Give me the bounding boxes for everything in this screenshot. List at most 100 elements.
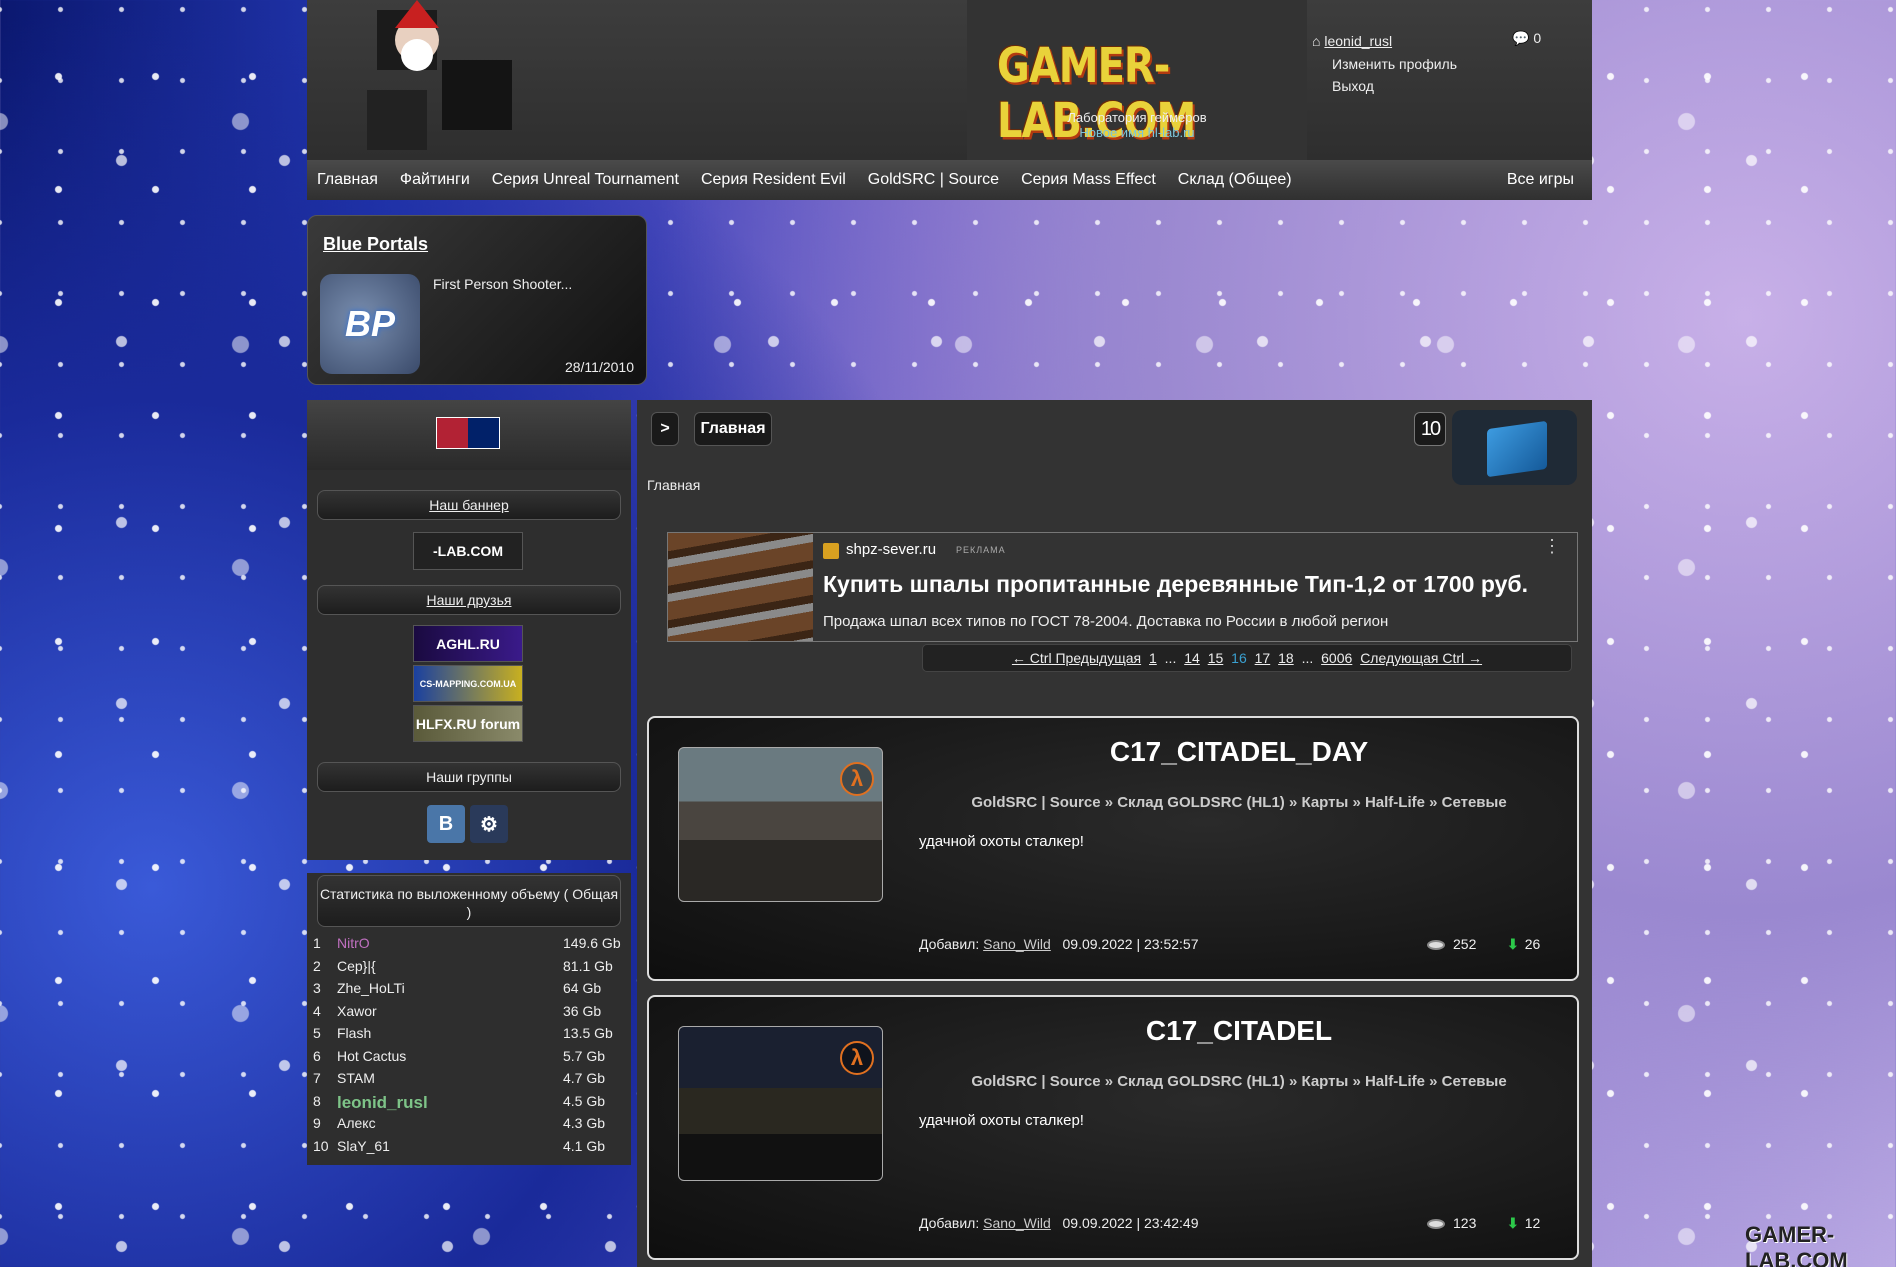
post-title[interactable]: C17_CITADEL_DAY [919,736,1559,768]
stats-username[interactable]: Flash [337,1025,371,1041]
post-author[interactable]: Sano_Wild [983,936,1051,952]
download-arrow-icon: ⬇ [1507,936,1519,952]
featured-description: First Person Shooter... [433,276,573,292]
friend-banner-aghl-text: AGHL.RU [436,635,500,652]
username-link[interactable]: leonid_rusl [1324,33,1392,49]
messages-counter[interactable]: 💬 0 [1512,30,1541,47]
ad-image[interactable] [668,533,813,641]
blue-portals-icon-text: BP [344,303,395,344]
added-by-label: Добавил: [919,936,980,952]
stats-username[interactable]: leonid_rusl [337,1093,428,1113]
sidebar: Наш баннер -LAB.COM Наши друзья AGHL.RU … [307,400,631,860]
pager-last[interactable]: 6006 [1321,650,1352,666]
pager-prev[interactable]: ← Ctrl Предыдущая [1012,650,1141,666]
half-life-icon: λ [840,762,874,796]
ad-description: Продажа шпал всех типов по ГОСТ 78-2004.… [823,613,1389,630]
featured-date: 28/11/2010 [564,359,634,375]
nav-item-resident-evil[interactable]: Серия Resident Evil [701,171,846,189]
home-icon: ⌂ [1312,33,1321,49]
ad-banner[interactable]: shpz-sever.ru РЕКЛАМА Купить шпалы пропи… [667,532,1578,642]
post-thumbnail[interactable]: λ [678,747,883,902]
stats-username[interactable]: Алекс [337,1115,376,1131]
post-author[interactable]: Sano_Wild [983,1215,1051,1231]
nav-item-unreal[interactable]: Серия Unreal Tournament [492,171,679,189]
site-header: GAMER-LAB.COM Лаборатория геймеров Новое… [307,0,1592,160]
site-logo[interactable]: GAMER-LAB.COM Лаборатория геймеров Новое… [967,0,1307,160]
nav-item-storage[interactable]: Склад (Общее) [1178,171,1292,189]
post-thumbnail[interactable]: λ [678,1026,883,1181]
stats-username[interactable]: NitrO [337,935,370,951]
site-banner-text: -LAB.COM [433,543,503,559]
featured-game-card[interactable]: Blue Portals BP First Person Shooter... … [307,215,647,385]
count-badge: 10 [1414,412,1446,446]
banner-heading[interactable]: Наш баннер [317,490,621,520]
corner-logo: GAMER-LAB.COM [1745,1222,1848,1267]
eye-icon [1427,1219,1445,1230]
ad-menu-icon[interactable]: ⋮ [1543,537,1561,555]
english-flag-icon[interactable] [436,417,500,449]
stats-row: 2 Cep}|{81.1 Gb [313,958,625,980]
stats-row: 4 Xawor 36 Gb [313,1003,625,1025]
main-content: > Главная 10 Главная shpz-sever.ru РЕКЛА… [637,400,1592,1267]
pager-current: 16 [1231,650,1247,666]
stats-username[interactable]: SlaY_61 [337,1138,390,1154]
stats-username[interactable]: Zhe_HoLTi [337,980,405,996]
nav-item-goldsrc[interactable]: GoldSRC | Source [868,171,999,189]
post-title[interactable]: C17_CITADEL [919,1015,1559,1047]
language-bar [307,400,631,470]
stats-username[interactable]: Hot Cactus [337,1048,406,1064]
ad-tag: РЕКЛАМА [956,545,1006,555]
logout-link[interactable]: Выход [1332,78,1374,94]
pager-page-17[interactable]: 17 [1255,650,1271,666]
post-category-path[interactable]: GoldSRC | Source » Склад GOLDSRC (HL1) »… [919,1073,1559,1090]
vk-group-icon-text: B [438,812,454,835]
stats-value: 36 Gb [563,1002,602,1019]
friend-banner-cs-mapping[interactable]: CS-MAPPING.COM.UA [413,665,523,702]
breadcrumb-arrow[interactable]: > [651,412,679,446]
nav-item-fighting[interactable]: Файтинги [400,171,470,189]
pagination: ← Ctrl Предыдущая 1 ... 14 15 16 17 18 .… [922,644,1572,672]
site-banner[interactable]: -LAB.COM [413,532,523,570]
friend-banner-cs-mapping-text: CS-MAPPING.COM.UA [419,678,517,689]
nav-item-home[interactable]: Главная [317,171,378,189]
breadcrumb-title[interactable]: Главная [694,412,772,446]
stats-rank: 4 [313,1002,321,1019]
folder-panel[interactable] [1452,410,1577,485]
stats-row: 7 STAM 4.7 Gb [313,1070,625,1092]
stats-rank: 6 [313,1047,321,1064]
pager-page-15[interactable]: 15 [1208,650,1224,666]
stats-row: 8 leonid_rusl 4.5 Gb [313,1093,625,1115]
post-category-path[interactable]: GoldSRC | Source » Склад GOLDSRC (HL1) »… [919,794,1559,811]
pager-next[interactable]: Следующая Ctrl → [1360,650,1482,666]
page: GAMER-LAB.COM Лаборатория геймеров Новое… [307,0,1592,1267]
nav-item-mass-effect[interactable]: Серия Mass Effect [1021,171,1156,189]
groups-heading: Наши группы [317,762,621,792]
featured-title[interactable]: Blue Portals [323,234,428,255]
post-datetime: 09.09.2022 | 23:42:49 [1062,1215,1199,1231]
stats-username[interactable]: Cep}|{ [337,958,376,974]
nav-item-all-games[interactable]: Все игры [1507,171,1574,189]
pager-page-18[interactable]: 18 [1278,650,1294,666]
friend-banner-hlfx[interactable]: HLFX.RU forum [413,705,523,742]
folder-icon [1487,420,1547,478]
downloads-counter: ⬇ 12 [1507,1215,1540,1232]
pager-first[interactable]: 1 [1149,650,1157,666]
stats-username[interactable]: Xawor [337,1003,377,1019]
eye-icon [1427,940,1445,951]
blue-portals-icon[interactable]: BP [320,274,420,374]
post-text: удачной охоты сталкер! [919,1112,1084,1129]
post-card: λ C17_CITADEL GoldSRC | Source » Склад G… [647,995,1579,1260]
ad-title[interactable]: Купить шпалы пропитанные деревянные Тип-… [823,571,1528,598]
stats-value: 149.6 Gb [563,935,621,951]
steam-group-icon[interactable]: ⚙ [470,805,508,843]
stats-panel: Статистика по выложенному объему ( Общая… [307,873,631,1165]
stats-rank: 5 [313,1025,321,1041]
stats-username[interactable]: STAM [337,1070,375,1086]
pager-ellipsis: ... [1301,650,1314,666]
ad-domain[interactable]: shpz-sever.ru [846,541,936,558]
pager-page-14[interactable]: 14 [1184,650,1200,666]
edit-profile-link[interactable]: Изменить профиль [1332,56,1457,72]
vk-group-icon[interactable]: B [427,805,465,843]
friend-banner-aghl[interactable]: AGHL.RU [413,625,523,662]
friends-heading[interactable]: Наши друзья [317,585,621,615]
